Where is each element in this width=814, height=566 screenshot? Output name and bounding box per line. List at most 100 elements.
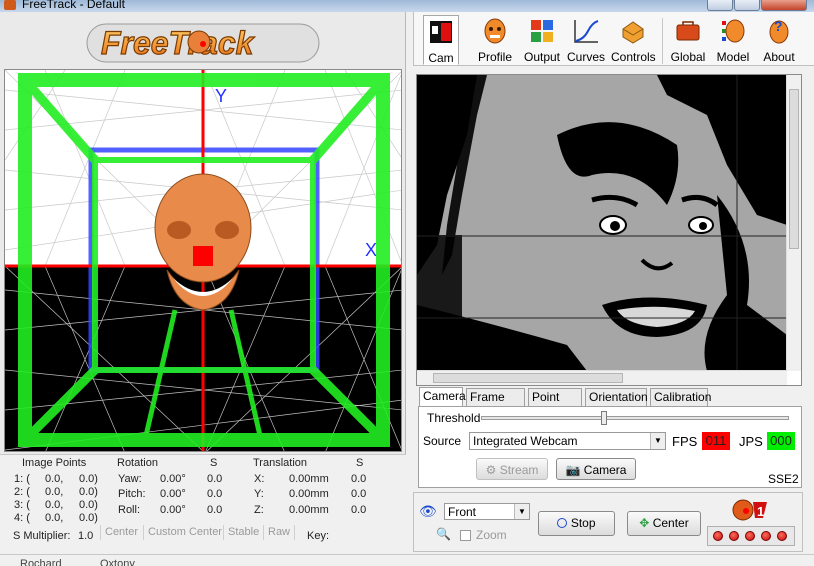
toolbar-model[interactable]: Model [716, 15, 750, 65]
controls-icon [622, 21, 644, 44]
camera-button-label: Camera [583, 463, 627, 477]
toolbar-cam[interactable]: Cam [423, 15, 459, 65]
threshold-thumb[interactable] [601, 411, 607, 425]
svg-text:?: ? [774, 18, 783, 34]
center-icon: ✥ [639, 516, 650, 530]
key-label: Key: [307, 530, 330, 542]
freetrack-badge-icon: 1 [731, 499, 771, 521]
gear-icon: ⚙ [485, 463, 497, 477]
status-led-3 [745, 531, 755, 541]
status-bar: Rochard Oxtony [0, 554, 814, 566]
maximize-button[interactable] [734, 0, 760, 11]
status-led-2 [729, 531, 739, 541]
source-select[interactable]: Integrated Webcam ▼ [469, 432, 666, 450]
stop-button[interactable]: Stop [538, 511, 615, 536]
toolbar-output[interactable]: Output [522, 15, 562, 65]
video-vertical-scrollbar[interactable] [786, 75, 801, 371]
zoom-label: Zoom [476, 528, 507, 542]
video-horizontal-scrollbar[interactable] [417, 370, 787, 385]
rotation-s-header: S [210, 457, 218, 469]
toolbar-controls[interactable]: Controls [611, 15, 656, 65]
magnifier-icon: 🔍 [436, 527, 451, 541]
y-axis-label: Y [215, 86, 227, 106]
main-toolbar: Cam Profile Output Curves Controls Globa… [413, 12, 814, 66]
raw-toggle[interactable]: Raw [263, 525, 296, 540]
view-value: Front [448, 505, 477, 519]
translation-header: Translation [253, 457, 308, 469]
3d-scene: Y X [5, 70, 401, 451]
s-multiplier-label: S Multiplier: [13, 530, 71, 542]
fps-value: 011 [702, 432, 730, 450]
translation-s-header: S [356, 457, 364, 469]
status-mid: Oxtony [100, 558, 135, 566]
s-multiplier-value: 1.0 [78, 530, 94, 542]
jps-label: JPS [739, 434, 763, 449]
3d-head-view: Y X [4, 69, 402, 452]
profile-icon [484, 18, 506, 44]
global-icon [676, 21, 700, 41]
chevron-down-icon: ▼ [514, 504, 529, 519]
view-select[interactable]: Front ▼ [444, 503, 530, 520]
about-icon: ? [769, 18, 789, 44]
tab-calibration[interactable]: Calibration [650, 388, 711, 406]
camera-tab-panel: Threshold Source Integrated Webcam ▼ FPS… [418, 406, 802, 488]
status-left: Rochard [20, 558, 62, 566]
curves-icon [574, 20, 599, 43]
tracking-stats-panel: Image Points Rotation S Translation S 1:… [0, 454, 406, 552]
sse-label: SSE2 [768, 472, 799, 486]
toolbar-about[interactable]: ? About [760, 15, 798, 65]
toolbar-separator [662, 18, 663, 64]
toolbar-curves-label: Curves [567, 50, 606, 64]
toolbar-cam-label: Cam [428, 51, 454, 65]
tab-orientation[interactable]: Orientation [585, 388, 648, 406]
center-toggle[interactable]: Center [100, 525, 142, 540]
status-led-5 [777, 531, 787, 541]
logo-text: FreeTrack [101, 25, 256, 61]
toolbar-global[interactable]: Global [668, 15, 708, 65]
chevron-down-icon: ▼ [650, 433, 665, 449]
threshold-slider[interactable] [481, 411, 789, 425]
minimize-button[interactable] [707, 0, 733, 11]
close-button[interactable] [761, 0, 807, 11]
zoom-checkbox[interactable] [460, 530, 471, 541]
toolbar-profile-label: Profile [477, 50, 512, 64]
center-button-label: Center [652, 516, 689, 530]
stop-icon [557, 518, 568, 528]
toolbar-global-label: Global [670, 50, 706, 64]
image-points-header: Image Points [22, 457, 87, 469]
freetrack-logo: FreeTrack [86, 23, 320, 63]
camera-settings-button[interactable]: 📷 Camera [556, 458, 636, 480]
jps-value: 000 [767, 432, 795, 450]
custom-center-toggle[interactable]: Custom Center [143, 525, 226, 540]
threshold-image [417, 75, 787, 371]
output-icon [531, 20, 553, 42]
toolbar-curves[interactable]: Curves [567, 15, 605, 65]
title-bar: FreeTrack - Default [0, 0, 814, 12]
toolbar-profile[interactable]: Profile [474, 15, 516, 65]
nose-marker [193, 246, 213, 266]
model-icon [722, 19, 745, 43]
webcam-icon: 📷 [565, 463, 581, 477]
stream-button-label: Stream [499, 463, 539, 477]
tab-frame-rate[interactable]: Frame rate [466, 388, 525, 421]
threshold-label: Threshold [427, 411, 481, 425]
x-axis-label: X [365, 240, 377, 260]
toolbar-model-label: Model [716, 50, 750, 64]
toolbar-about-label: About [763, 50, 795, 64]
camera-preview [416, 74, 802, 386]
tab-camera[interactable]: Camera [419, 387, 466, 407]
status-led-1 [713, 531, 723, 541]
stream-button[interactable]: ⚙ Stream [476, 458, 548, 480]
center-button[interactable]: ✥ Center [627, 511, 701, 536]
toolbar-controls-label: Controls [611, 50, 656, 64]
source-label: Source [423, 434, 462, 448]
app-icon [4, 0, 16, 10]
status-led-4 [761, 531, 771, 541]
toolbar-output-label: Output [523, 50, 561, 64]
eye-icon: 👁 [419, 503, 437, 519]
source-value: Integrated Webcam [473, 434, 578, 448]
tracking-view-panel: FreeTrack Y X [0, 12, 406, 454]
cam-icon [430, 21, 452, 43]
tab-point-size[interactable]: Point size [528, 388, 582, 421]
stable-toggle[interactable]: Stable [223, 525, 263, 540]
